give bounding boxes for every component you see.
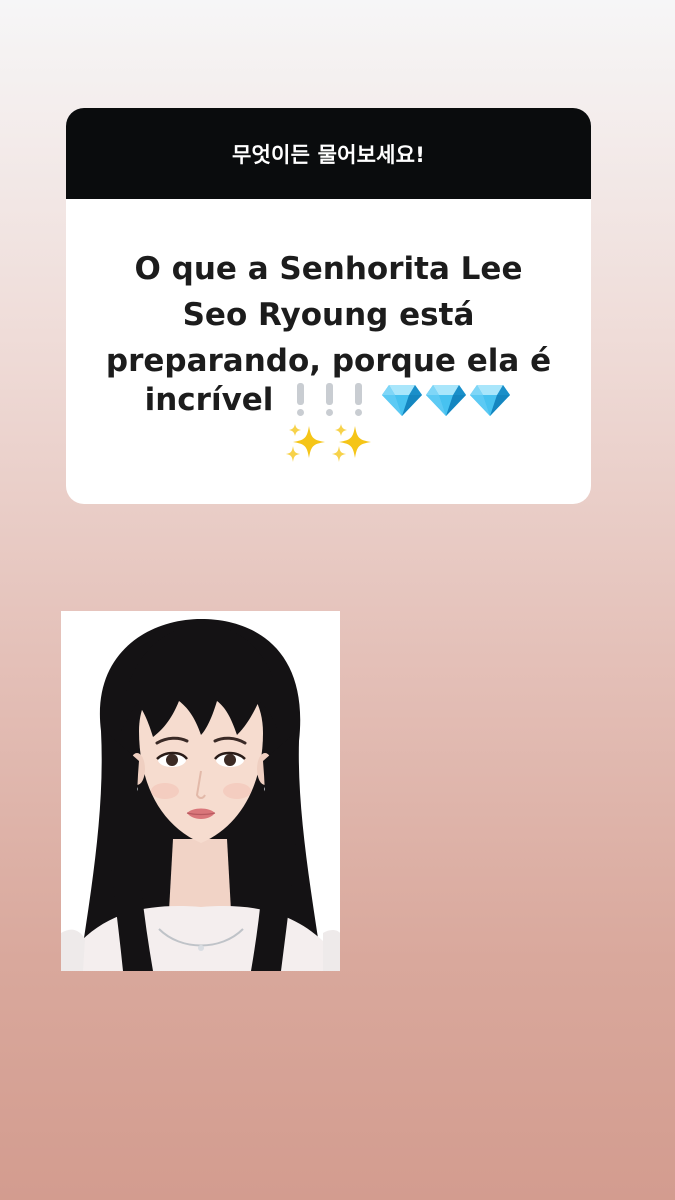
- question-text: O que a Senhorita Lee Seo Ryoung está pr…: [94, 246, 564, 384]
- question-sticker-body: O que a Senhorita Lee Seo Ryoung está pr…: [66, 199, 591, 504]
- sparkles-icon: [331, 424, 371, 462]
- white-exclamation-icon: [322, 383, 336, 417]
- sparkle-line: [283, 422, 375, 462]
- white-exclamation-icon: [293, 383, 307, 417]
- question-sticker-title: 무엇이든 물어보세요!: [232, 142, 425, 167]
- question-emoji-line: incrível: [94, 382, 564, 418]
- question-line: preparando, porque ela é: [105, 343, 552, 379]
- gem-stone-icon: [382, 385, 423, 416]
- sparkles-icon: [285, 424, 325, 462]
- question-sticker-header: 무엇이든 물어보세요!: [66, 108, 591, 199]
- gem-stone-icon: [426, 385, 467, 416]
- question-sticker-card[interactable]: 무엇이든 물어보세요! O que a Senhorita Lee Seo Ry…: [66, 108, 591, 504]
- portrait-illustration: [61, 611, 340, 971]
- white-exclamation-icon: [351, 383, 365, 417]
- question-line: Seo Ryoung está: [182, 297, 475, 333]
- portrait-photo: [61, 611, 340, 971]
- question-line: O que a Senhorita Lee: [134, 251, 523, 287]
- question-last-word: incrível: [144, 382, 274, 418]
- gem-stone-icon: [470, 385, 511, 416]
